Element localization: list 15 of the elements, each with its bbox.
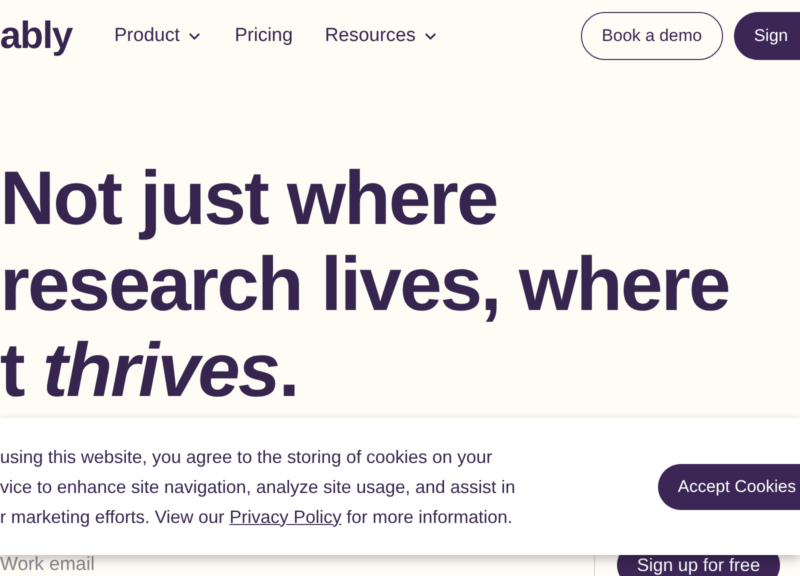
hero-heading-line: research lives, where [0,242,730,328]
nav-link[interactable]: Product [114,22,203,50]
privacy-policy-link[interactable]: Privacy Policy [229,506,342,526]
email-input-field[interactable]: Work email [0,554,594,576]
hero-heading-line: t thrives. [0,328,299,414]
book-demo-button[interactable]: Book a demo [580,12,723,60]
accept-cookies-button[interactable]: Accept Cookies [658,464,800,510]
sign-up-button[interactable]: Sign [734,12,800,60]
nav-link[interactable]: Pricing [234,22,293,50]
logo[interactable]: ably [0,17,72,55]
cookie-text: vice to enhance site navigation, analyze site usage, and assist in [0,476,516,496]
nav-link[interactable]: Resources [324,22,439,50]
cookie-text: r marketing efforts. View our Privacy Policy for more information. [0,506,514,526]
cookie-text: using this website, you agree to the storing of cookies on your [0,446,494,466]
hero-heading-line: Not just where [0,156,498,242]
